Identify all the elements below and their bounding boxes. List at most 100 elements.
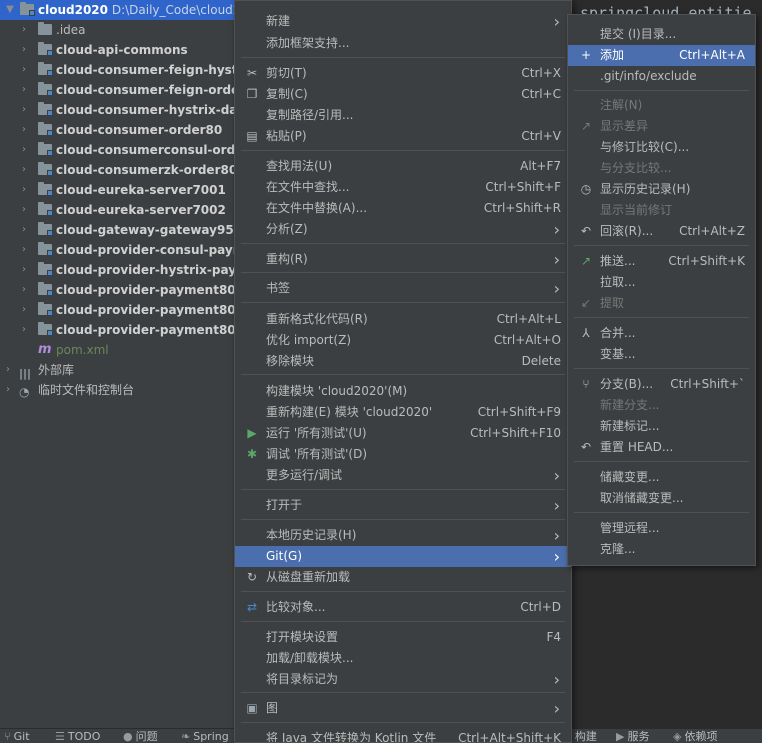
- menu-separator: [574, 90, 749, 91]
- menu-separator: [574, 368, 749, 369]
- context-menu-item-item[interactable]: 打开模块设置 F4: [235, 627, 571, 648]
- context-menu-item-item[interactable]: 添加框架支持...: [235, 33, 571, 54]
- context-menu-item-p[interactable]: ▤ 粘贴(P) Ctrl+V: [235, 126, 571, 147]
- context-menu-item-e-cloud2020[interactable]: 重新构建(E) 模块 'cloud2020' Ctrl+Shift+F9: [235, 402, 571, 423]
- context-menu-item-item[interactable]: ▣ 图 ›: [235, 698, 571, 719]
- chevron-right-icon[interactable]: ›: [18, 160, 30, 180]
- git-menu-item-item[interactable]: 拉取...: [568, 272, 755, 293]
- chevron-right-icon[interactable]: ›: [18, 200, 30, 220]
- chevron-right-icon[interactable]: ›: [18, 320, 30, 340]
- menu-separator: [241, 489, 565, 490]
- context-menu-item-import-z[interactable]: 优化 import(Z) Ctrl+Alt+O: [235, 330, 571, 351]
- git-menu-item-item[interactable]: + 添加 Ctrl+Alt+A: [568, 45, 755, 66]
- git-menu-item-item[interactable]: 取消储藏变更...: [568, 488, 755, 509]
- chevron-right-icon[interactable]: ›: [2, 360, 14, 380]
- git-menu-item-c[interactable]: 与修订比较(C)...: [568, 137, 755, 158]
- spring-tool-button[interactable]: ❧ Spring: [181, 729, 229, 743]
- chevron-right-icon: ›: [553, 220, 560, 239]
- tree-item-label: cloud-provider-payment8002: [56, 303, 236, 317]
- chevron-right-icon: ›: [553, 699, 560, 718]
- menu-item-label: 书签: [266, 281, 291, 295]
- context-menu-item-cloud2020-m[interactable]: 构建模块 'cloud2020'(M): [235, 381, 571, 402]
- chevron-right-icon[interactable]: ›: [18, 60, 30, 80]
- menu-item-label: 新建: [266, 14, 291, 28]
- chevron-right-icon[interactable]: ›: [18, 260, 30, 280]
- tree-item-label: cloud-provider-payment8001: [56, 283, 236, 297]
- git-menu-item-item[interactable]: 储藏变更...: [568, 467, 755, 488]
- git-menu-item-item[interactable]: ⅄ 合并...: [568, 323, 755, 344]
- context-menu-item-c[interactable]: ❐ 复制(C) Ctrl+C: [235, 84, 571, 105]
- menu-separator: [241, 302, 565, 303]
- tree-item-label: cloud-consumerzk-order80: [56, 163, 236, 177]
- context-menu-item-h[interactable]: 本地历史记录(H) ›: [235, 525, 571, 546]
- module-folder-icon: [38, 142, 53, 156]
- context-menu-item-item[interactable]: 更多运行/调试 ›: [235, 465, 571, 486]
- menu-item-label: 重新格式化代码(R): [266, 312, 368, 326]
- git-menu-item-item[interactable]: 变基...: [568, 344, 755, 365]
- chevron-down-icon[interactable]: ▼: [4, 0, 16, 20]
- tree-item-label: .idea: [56, 23, 86, 37]
- chevron-right-icon[interactable]: ›: [18, 40, 30, 60]
- git-menu-item-git-info-exclude[interactable]: .git/info/exclude: [568, 66, 755, 87]
- git-menu-item-item[interactable]: 新建标记...: [568, 416, 755, 437]
- chevron-right-icon[interactable]: ›: [18, 140, 30, 160]
- chevron-right-icon[interactable]: ›: [2, 380, 14, 400]
- git-menu-item-item[interactable]: 克隆...: [568, 539, 755, 560]
- context-menu-item-z[interactable]: 分析(Z) ›: [235, 219, 571, 240]
- context-menu-item-t[interactable]: ✂ 剪切(T) Ctrl+X: [235, 63, 571, 84]
- chevron-right-icon[interactable]: ›: [18, 240, 30, 260]
- menu-item-shortcut: Ctrl+Alt+A: [679, 48, 745, 62]
- chevron-right-icon[interactable]: ›: [18, 100, 30, 120]
- git-menu-item-item: ↗ 显示差异: [568, 116, 755, 137]
- branch-icon: ⑂: [582, 377, 590, 391]
- menu-item-label: 将目录标记为: [266, 672, 339, 686]
- git-menu-item-r[interactable]: ↶ 回滚(R)... Ctrl+Alt+Z: [568, 221, 755, 242]
- tree-item-label: cloud-api-commons: [56, 43, 188, 57]
- todo-tool-button[interactable]: ☰ TODO: [55, 729, 100, 743]
- context-menu-item-java-kotlin[interactable]: 将 Java 文件转换为 Kotlin 文件 Ctrl+Alt+Shift+K: [235, 728, 571, 743]
- module-folder-icon: [38, 302, 53, 316]
- context-menu-item-item[interactable]: 在文件中查找... Ctrl+Shift+F: [235, 177, 571, 198]
- external-libs-label: 外部库: [38, 363, 75, 377]
- context-menu-item-r[interactable]: 重构(R) ›: [235, 249, 571, 270]
- context-menu-item-item[interactable]: 复制路径/引用...: [235, 105, 571, 126]
- git-menu-item-i[interactable]: 提交 (I)目录...: [568, 24, 755, 45]
- services-tool-button[interactable]: ▶ 服务: [616, 729, 649, 743]
- chevron-right-icon[interactable]: ›: [18, 120, 30, 140]
- git-menu-item-head[interactable]: ↶ 重置 HEAD...: [568, 437, 755, 458]
- menu-item-label: 将 Java 文件转换为 Kotlin 文件: [266, 731, 437, 743]
- dependencies-tool-button[interactable]: ◈ 依赖项: [673, 729, 717, 743]
- menu-item-shortcut: Delete: [521, 354, 561, 368]
- context-menu-item-item[interactable]: 书签 ›: [235, 278, 571, 299]
- context-menu-item-u[interactable]: 查找用法(U) Alt+F7: [235, 156, 571, 177]
- context-menu-item-item[interactable]: 将目录标记为 ›: [235, 669, 571, 690]
- context-menu-item-u[interactable]: ▶ 运行 '所有测试'(U) Ctrl+Shift+F10: [235, 423, 571, 444]
- context-menu-item-item[interactable]: ⇄ 比较对象... Ctrl+D: [235, 597, 571, 618]
- chevron-right-icon[interactable]: ›: [18, 280, 30, 300]
- context-menu-item-d[interactable]: ✱ 调试 '所有测试'(D): [235, 444, 571, 465]
- context-menu-item-git-g[interactable]: Git(G) ›: [235, 546, 571, 567]
- context-menu-item-r[interactable]: 重新格式化代码(R) Ctrl+Alt+L: [235, 309, 571, 330]
- context-menu-item-item[interactable]: 加载/卸载模块...: [235, 648, 571, 669]
- context-menu-item-item[interactable]: 移除模块 Delete: [235, 351, 571, 372]
- context-menu-item-a[interactable]: 在文件中替换(A)... Ctrl+Shift+R: [235, 198, 571, 219]
- chevron-right-icon[interactable]: ›: [18, 300, 30, 320]
- git-menu-item-b[interactable]: ⑂ 分支(B)... Ctrl+Shift+`: [568, 374, 755, 395]
- git-menu-item-item[interactable]: ↗ 推送... Ctrl+Shift+K: [568, 251, 755, 272]
- problems-tool-button[interactable]: ● 问题: [123, 729, 158, 743]
- context-menu-item-item[interactable]: 打开于 ›: [235, 495, 571, 516]
- copy-icon: ❐: [246, 87, 258, 101]
- chevron-right-icon[interactable]: ›: [18, 220, 30, 240]
- chevron-right-icon[interactable]: ›: [18, 20, 30, 40]
- git-menu-item-item[interactable]: 管理远程...: [568, 518, 755, 539]
- chevron-right-icon[interactable]: ›: [18, 180, 30, 200]
- spring-icon: ❧: [181, 730, 191, 743]
- menu-item-shortcut: Ctrl+Shift+F10: [470, 426, 561, 440]
- git-tool-button[interactable]: ⑂ Git: [4, 729, 30, 743]
- context-menu-item-item[interactable]: 新建 ›: [235, 11, 571, 32]
- maven-icon: m: [38, 342, 52, 357]
- context-menu-item-item[interactable]: ↻ 从磁盘重新加载: [235, 567, 571, 588]
- chevron-right-icon[interactable]: ›: [18, 80, 30, 100]
- tree-root-row[interactable]: ▼ cloud2020 D:\Daily_Code\cloud20: [0, 0, 236, 20]
- git-menu-item-h[interactable]: ◷ 显示历史记录(H): [568, 179, 755, 200]
